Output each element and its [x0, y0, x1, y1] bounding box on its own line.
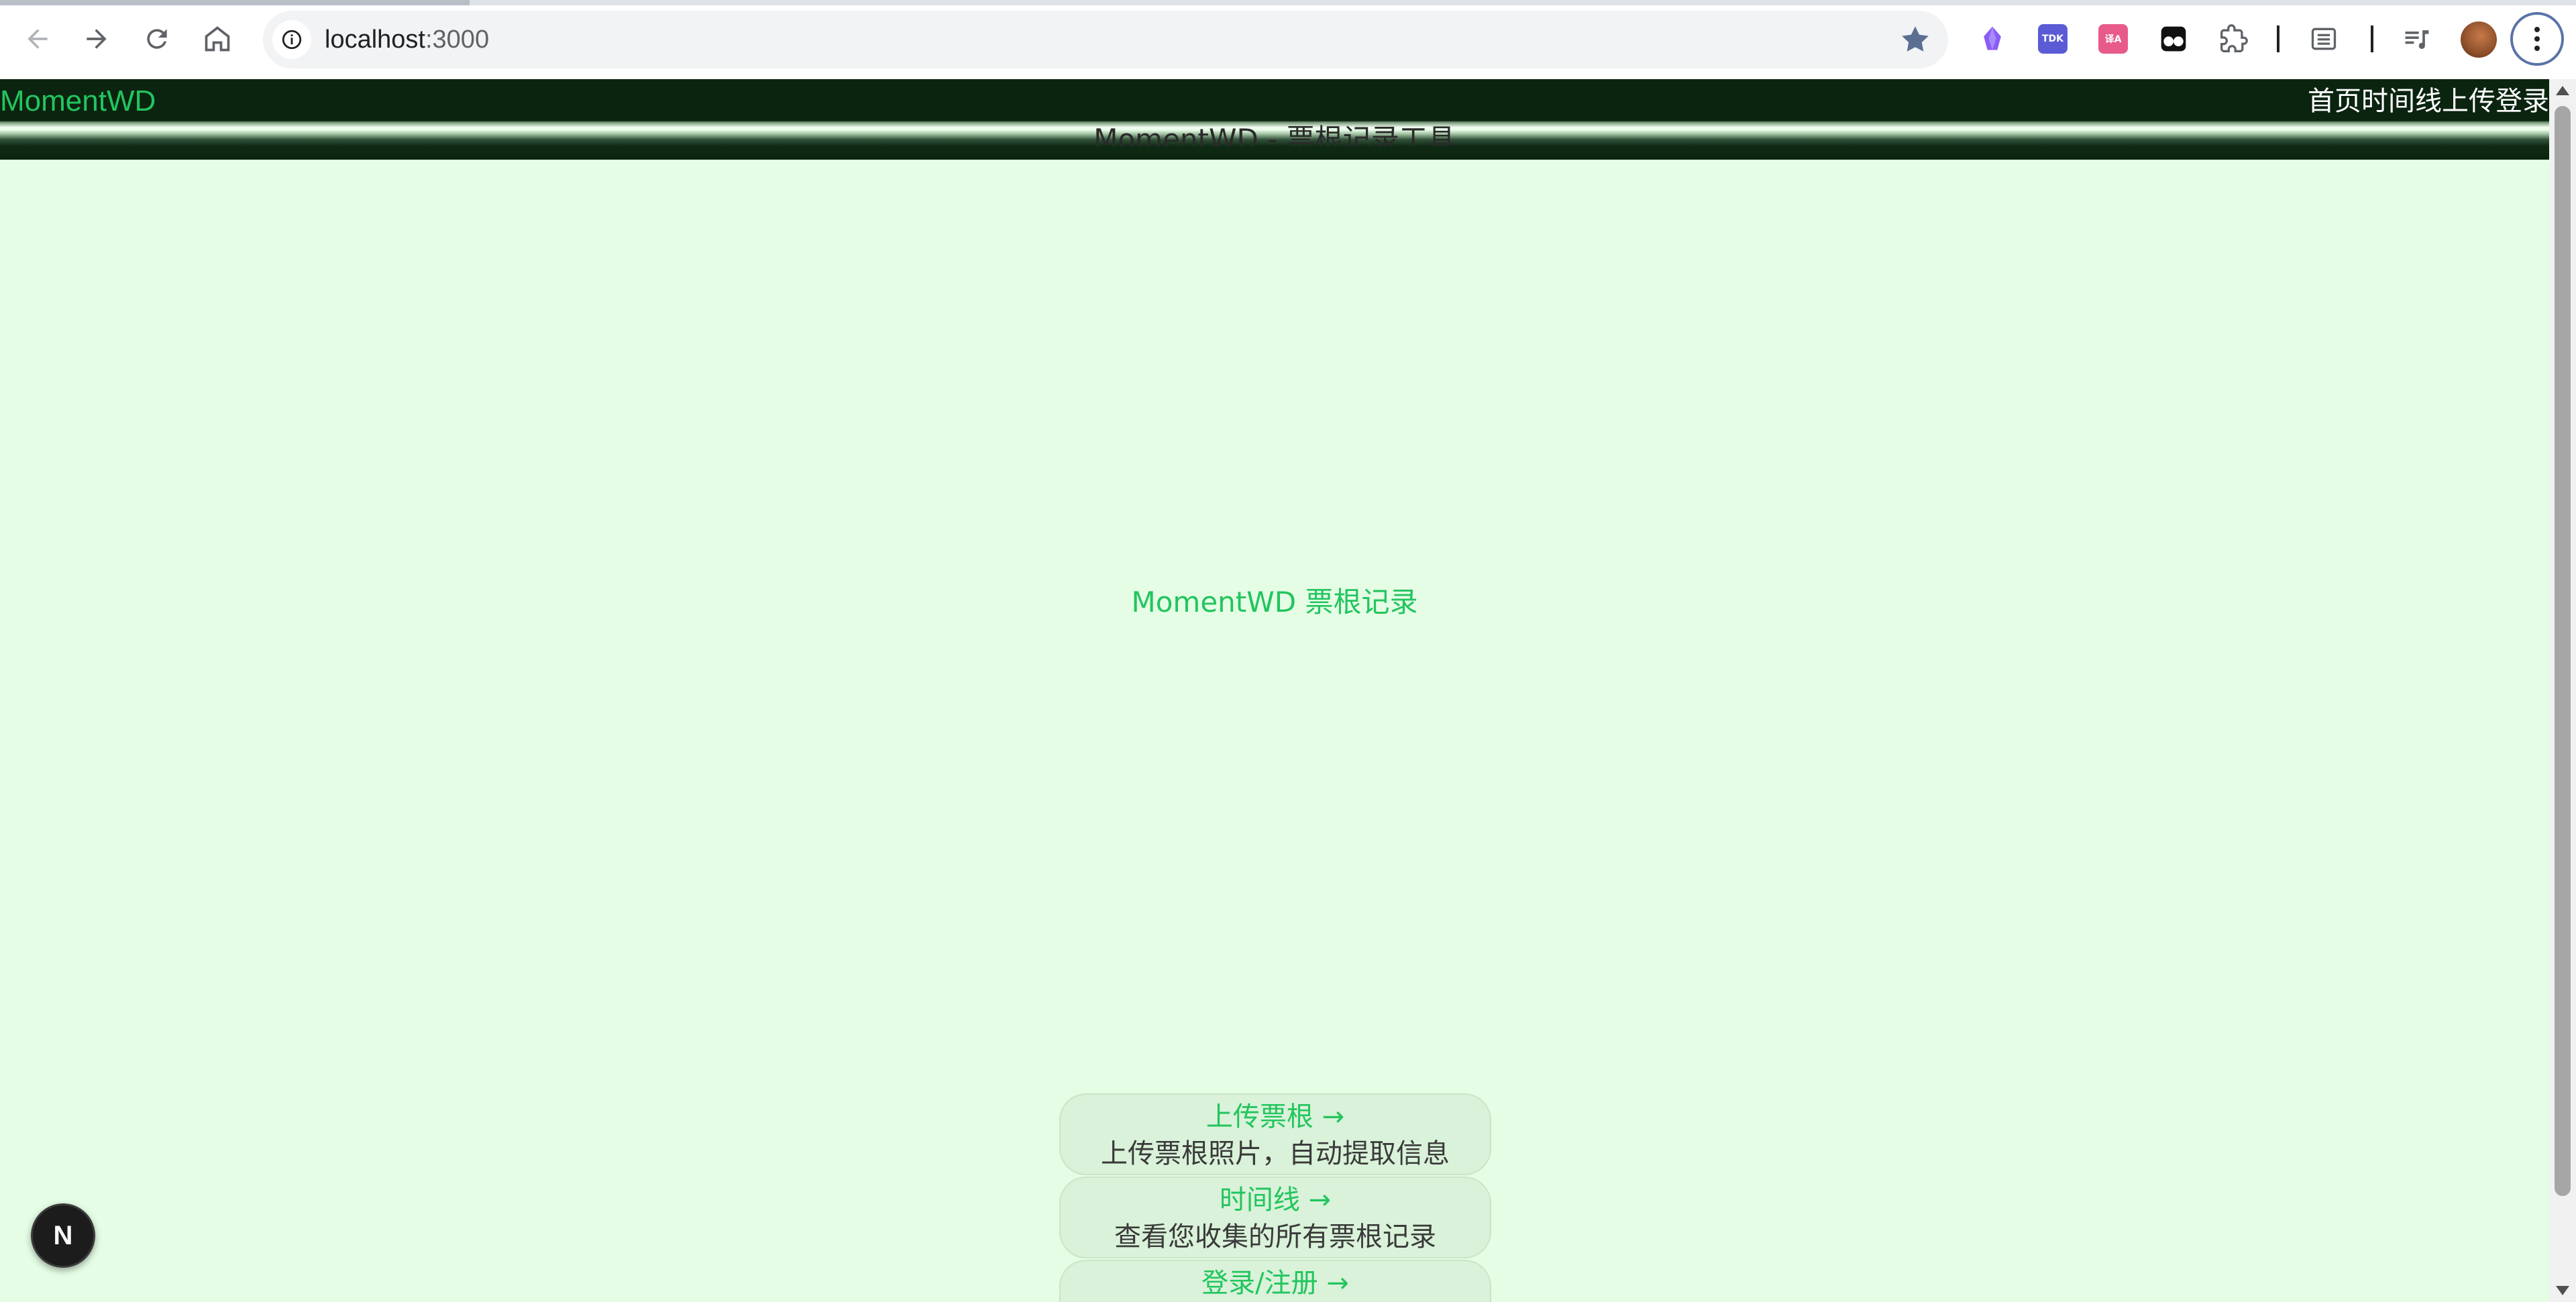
card-title: 登录/注册 →: [1201, 1268, 1349, 1299]
timeline-card[interactable]: 时间线 → 查看您收集的所有票根记录: [1059, 1177, 1491, 1258]
card-title: 上传票根 →: [1205, 1101, 1345, 1132]
scroll-down-arrow-icon[interactable]: [2556, 1286, 2569, 1295]
home-icon: [205, 26, 230, 52]
address-bar[interactable]: localhost:3000: [263, 11, 1948, 68]
forward-arrow-icon: [87, 29, 107, 49]
scrollbar-thumb[interactable]: [2555, 106, 2571, 1196]
reading-list-icon: [2311, 28, 2337, 50]
header-subtitle: MomentWD - 票根记录工具: [1093, 123, 1456, 146]
reading-list-button[interactable]: [2306, 21, 2341, 56]
brand-logo-link[interactable]: MomentWD: [0, 83, 156, 119]
browser-menu-button[interactable]: [2510, 12, 2564, 66]
profile-avatar[interactable]: [2461, 21, 2497, 58]
scroll-up-arrow-icon[interactable]: [2556, 86, 2569, 95]
nextjs-dev-indicator-button[interactable]: N: [31, 1203, 95, 1268]
upload-ticket-card[interactable]: 上传票根 → 上传票根照片，自动提取信息: [1059, 1093, 1491, 1175]
nav-timeline-link[interactable]: 时间线: [2361, 83, 2442, 119]
tdk-extension-icon: TDK: [2038, 24, 2068, 54]
reload-icon: [147, 29, 167, 49]
extension-translate[interactable]: 译A: [2096, 21, 2131, 56]
url-host: localhost: [325, 25, 425, 54]
card-title: 时间线 →: [1219, 1185, 1332, 1215]
music-queue-icon: [2405, 30, 2429, 49]
media-control-button[interactable]: [2399, 21, 2434, 56]
feature-cards: 上传票根 → 上传票根照片，自动提取信息 时间线 → 查看您收集的所有票根记录 …: [1059, 1093, 1491, 1302]
menu-dot-icon: [2534, 36, 2540, 42]
toolbar-divider-2: [2371, 25, 2373, 52]
tab-strip: [0, 0, 2576, 5]
tampermonkey-icon: [2161, 26, 2186, 52]
url-port: :3000: [425, 25, 490, 54]
bookmark-star-icon[interactable]: [1898, 23, 1932, 56]
active-tab[interactable]: [0, 0, 470, 5]
info-icon: [282, 30, 302, 50]
back-button[interactable]: [16, 17, 59, 60]
reload-button[interactable]: [136, 17, 178, 60]
nav-upload-link[interactable]: 上传: [2442, 83, 2496, 119]
toolbar-divider: [2277, 25, 2279, 52]
extension-tampermonkey[interactable]: [2156, 21, 2191, 56]
url-text[interactable]: localhost:3000: [325, 24, 489, 55]
page-scrollbar[interactable]: [2549, 79, 2576, 1302]
translate-extension-icon: 译A: [2098, 24, 2128, 54]
forward-button[interactable]: [75, 17, 118, 60]
browser-toolbar: localhost:3000 TDK 译A: [0, 0, 2576, 79]
site-header: MomentWD 首页 时间线 上传 登录 MomentWD - 票根记录工具: [0, 79, 2549, 160]
back-arrow-icon: [28, 29, 48, 49]
nav-home-link[interactable]: 首页: [2308, 83, 2361, 119]
site-info-button[interactable]: [272, 20, 311, 59]
page-content: MomentWD 首页 时间线 上传 登录 MomentWD - 票根记录工具 …: [0, 79, 2549, 1302]
extension-tdk[interactable]: TDK: [2035, 21, 2070, 56]
home-button[interactable]: [196, 17, 239, 60]
extensions-menu-button[interactable]: [2216, 21, 2251, 56]
card-description: 上传票根照片，自动提取信息: [1101, 1138, 1450, 1169]
login-register-card[interactable]: 登录/注册 →: [1059, 1260, 1491, 1302]
card-description: 查看您收集的所有票根记录: [1114, 1222, 1436, 1252]
extension-obsidian[interactable]: [1975, 21, 2010, 56]
menu-dot-icon: [2534, 27, 2540, 32]
top-navigation: 首页 时间线 上传 登录: [2308, 83, 2549, 119]
nav-login-link[interactable]: 登录: [2496, 83, 2549, 119]
menu-dot-icon: [2534, 46, 2540, 51]
hero-title: MomentWD 票根记录: [1131, 586, 1418, 618]
obsidian-clipper-icon: [1984, 26, 2001, 50]
puzzle-piece-icon: [2220, 24, 2248, 52]
nextjs-logo-icon: N: [53, 1220, 73, 1250]
